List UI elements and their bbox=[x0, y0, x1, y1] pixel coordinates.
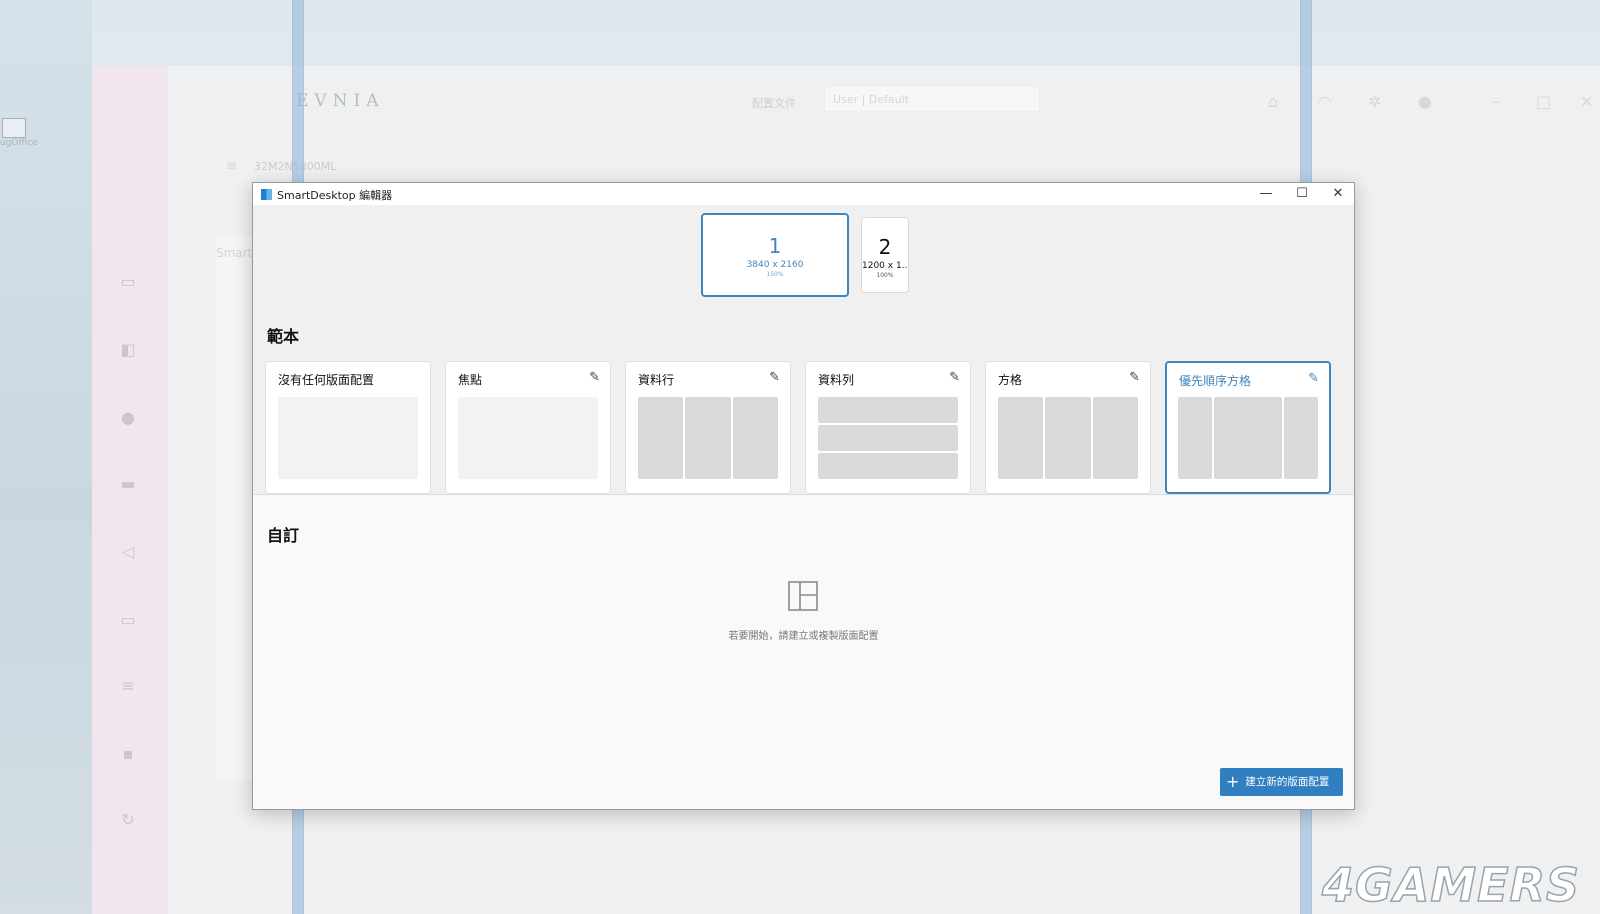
monitor-resolution: 1200 x 1... bbox=[862, 261, 908, 271]
create-layout-button[interactable]: + 建立新的版面配置 bbox=[1220, 768, 1343, 796]
create-layout-label: 建立新的版面配置 bbox=[1245, 776, 1330, 788]
title-bar[interactable]: SmartDesktop 編輯器 — ☐ ✕ bbox=[253, 183, 1354, 205]
window-title: SmartDesktop 編輯器 bbox=[277, 189, 393, 202]
edit-pencil-icon[interactable]: ✎ bbox=[1129, 370, 1140, 385]
template-card-none[interactable]: 沒有任何版面配置 bbox=[265, 361, 431, 494]
templates-heading: 範本 bbox=[267, 327, 300, 346]
close-icon[interactable]: ✕ bbox=[1580, 92, 1593, 111]
layout-preview bbox=[638, 397, 778, 479]
template-card-priority-grid[interactable]: 優先順序方格 ✎ bbox=[1165, 361, 1331, 494]
evnia-panel-title: Smart bbox=[216, 246, 253, 260]
smartdesktop-icon[interactable]: ▪ bbox=[118, 746, 138, 762]
close-button[interactable]: ✕ bbox=[1320, 183, 1356, 205]
gamepad-icon[interactable]: ◧ bbox=[118, 342, 138, 358]
template-label: 資料列 bbox=[818, 373, 855, 387]
maximize-icon[interactable]: □ bbox=[1536, 92, 1551, 111]
custom-heading: 自訂 bbox=[267, 526, 300, 545]
monitor-number: 1 bbox=[768, 234, 782, 258]
template-label: 焦點 bbox=[458, 373, 483, 387]
monitor-2[interactable]: 2 1200 x 1... 100% bbox=[861, 217, 909, 293]
template-card-focus[interactable]: 焦點 ✎ bbox=[445, 361, 611, 494]
monitor-resolution: 3840 x 2160 bbox=[746, 260, 804, 270]
layout-grid-icon bbox=[788, 581, 818, 611]
template-label: 優先順序方格 bbox=[1179, 374, 1252, 388]
sliders-icon[interactable]: ≡ bbox=[118, 678, 138, 694]
layout-preview bbox=[818, 397, 958, 479]
plus-icon: + bbox=[1226, 772, 1240, 791]
template-card-grid[interactable]: 方格 ✎ bbox=[985, 361, 1151, 494]
layout-preview bbox=[998, 397, 1138, 479]
template-label: 資料行 bbox=[638, 373, 675, 387]
monitor-1[interactable]: 1 3840 x 2160 150% bbox=[701, 213, 849, 297]
monitor-number: 2 bbox=[878, 235, 892, 259]
gauge-icon[interactable]: ◠ bbox=[1318, 92, 1332, 111]
gear-icon[interactable]: ✲ bbox=[1368, 92, 1381, 111]
layout-preview bbox=[278, 397, 418, 479]
minimize-button[interactable]: — bbox=[1248, 183, 1284, 205]
monitor-icon[interactable]: ▬ bbox=[118, 476, 138, 492]
hamburger-icon[interactable]: ≡ bbox=[226, 158, 238, 174]
speaker-icon[interactable]: ◁ bbox=[118, 544, 138, 560]
watermark-logo: 4GAMERS bbox=[1321, 858, 1581, 912]
maximize-button[interactable]: ☐ bbox=[1284, 183, 1320, 205]
edit-pencil-icon[interactable]: ✎ bbox=[949, 370, 960, 385]
empty-state-message: 若要開始，請建立或複製版面配置 bbox=[728, 631, 879, 642]
display-icon[interactable]: ▭ bbox=[118, 274, 138, 290]
profile-label: 配置文件 bbox=[752, 97, 796, 110]
minimize-icon[interactable]: – bbox=[1492, 92, 1500, 111]
template-label: 方格 bbox=[998, 373, 1023, 387]
template-label: 沒有任何版面配置 bbox=[278, 373, 375, 387]
monitor-scale: 150% bbox=[766, 271, 784, 278]
monitor-scale: 100% bbox=[876, 272, 894, 279]
user-icon[interactable]: ● bbox=[1418, 92, 1432, 111]
desktop-shortcut-label: ugOffice bbox=[0, 138, 38, 148]
layout-preview bbox=[1178, 397, 1318, 479]
template-card-columns[interactable]: 資料行 ✎ bbox=[625, 361, 791, 494]
edit-pencil-icon[interactable]: ✎ bbox=[769, 370, 780, 385]
smartdesktop-editor-window: SmartDesktop 編輯器 — ☐ ✕ 1 3840 x 2160 150… bbox=[252, 182, 1355, 810]
edit-pencil-icon[interactable]: ✎ bbox=[589, 370, 600, 385]
evnia-logo: EVNIA bbox=[296, 91, 385, 111]
edit-pencil-icon[interactable]: ✎ bbox=[1308, 371, 1319, 386]
desktop-shortcut-icon[interactable] bbox=[2, 118, 26, 138]
bulb-icon[interactable]: ● bbox=[118, 410, 138, 426]
home-icon[interactable]: ⌂ bbox=[1268, 92, 1278, 111]
profile-select[interactable]: User | Default bbox=[824, 86, 1040, 112]
smartdesktop-app-icon bbox=[261, 189, 272, 200]
template-card-rows[interactable]: 資料列 ✎ bbox=[805, 361, 971, 494]
layout-preview bbox=[458, 397, 598, 479]
settings-monitor-icon[interactable]: ▭ bbox=[118, 612, 138, 628]
sync-icon[interactable]: ↻ bbox=[118, 812, 138, 828]
